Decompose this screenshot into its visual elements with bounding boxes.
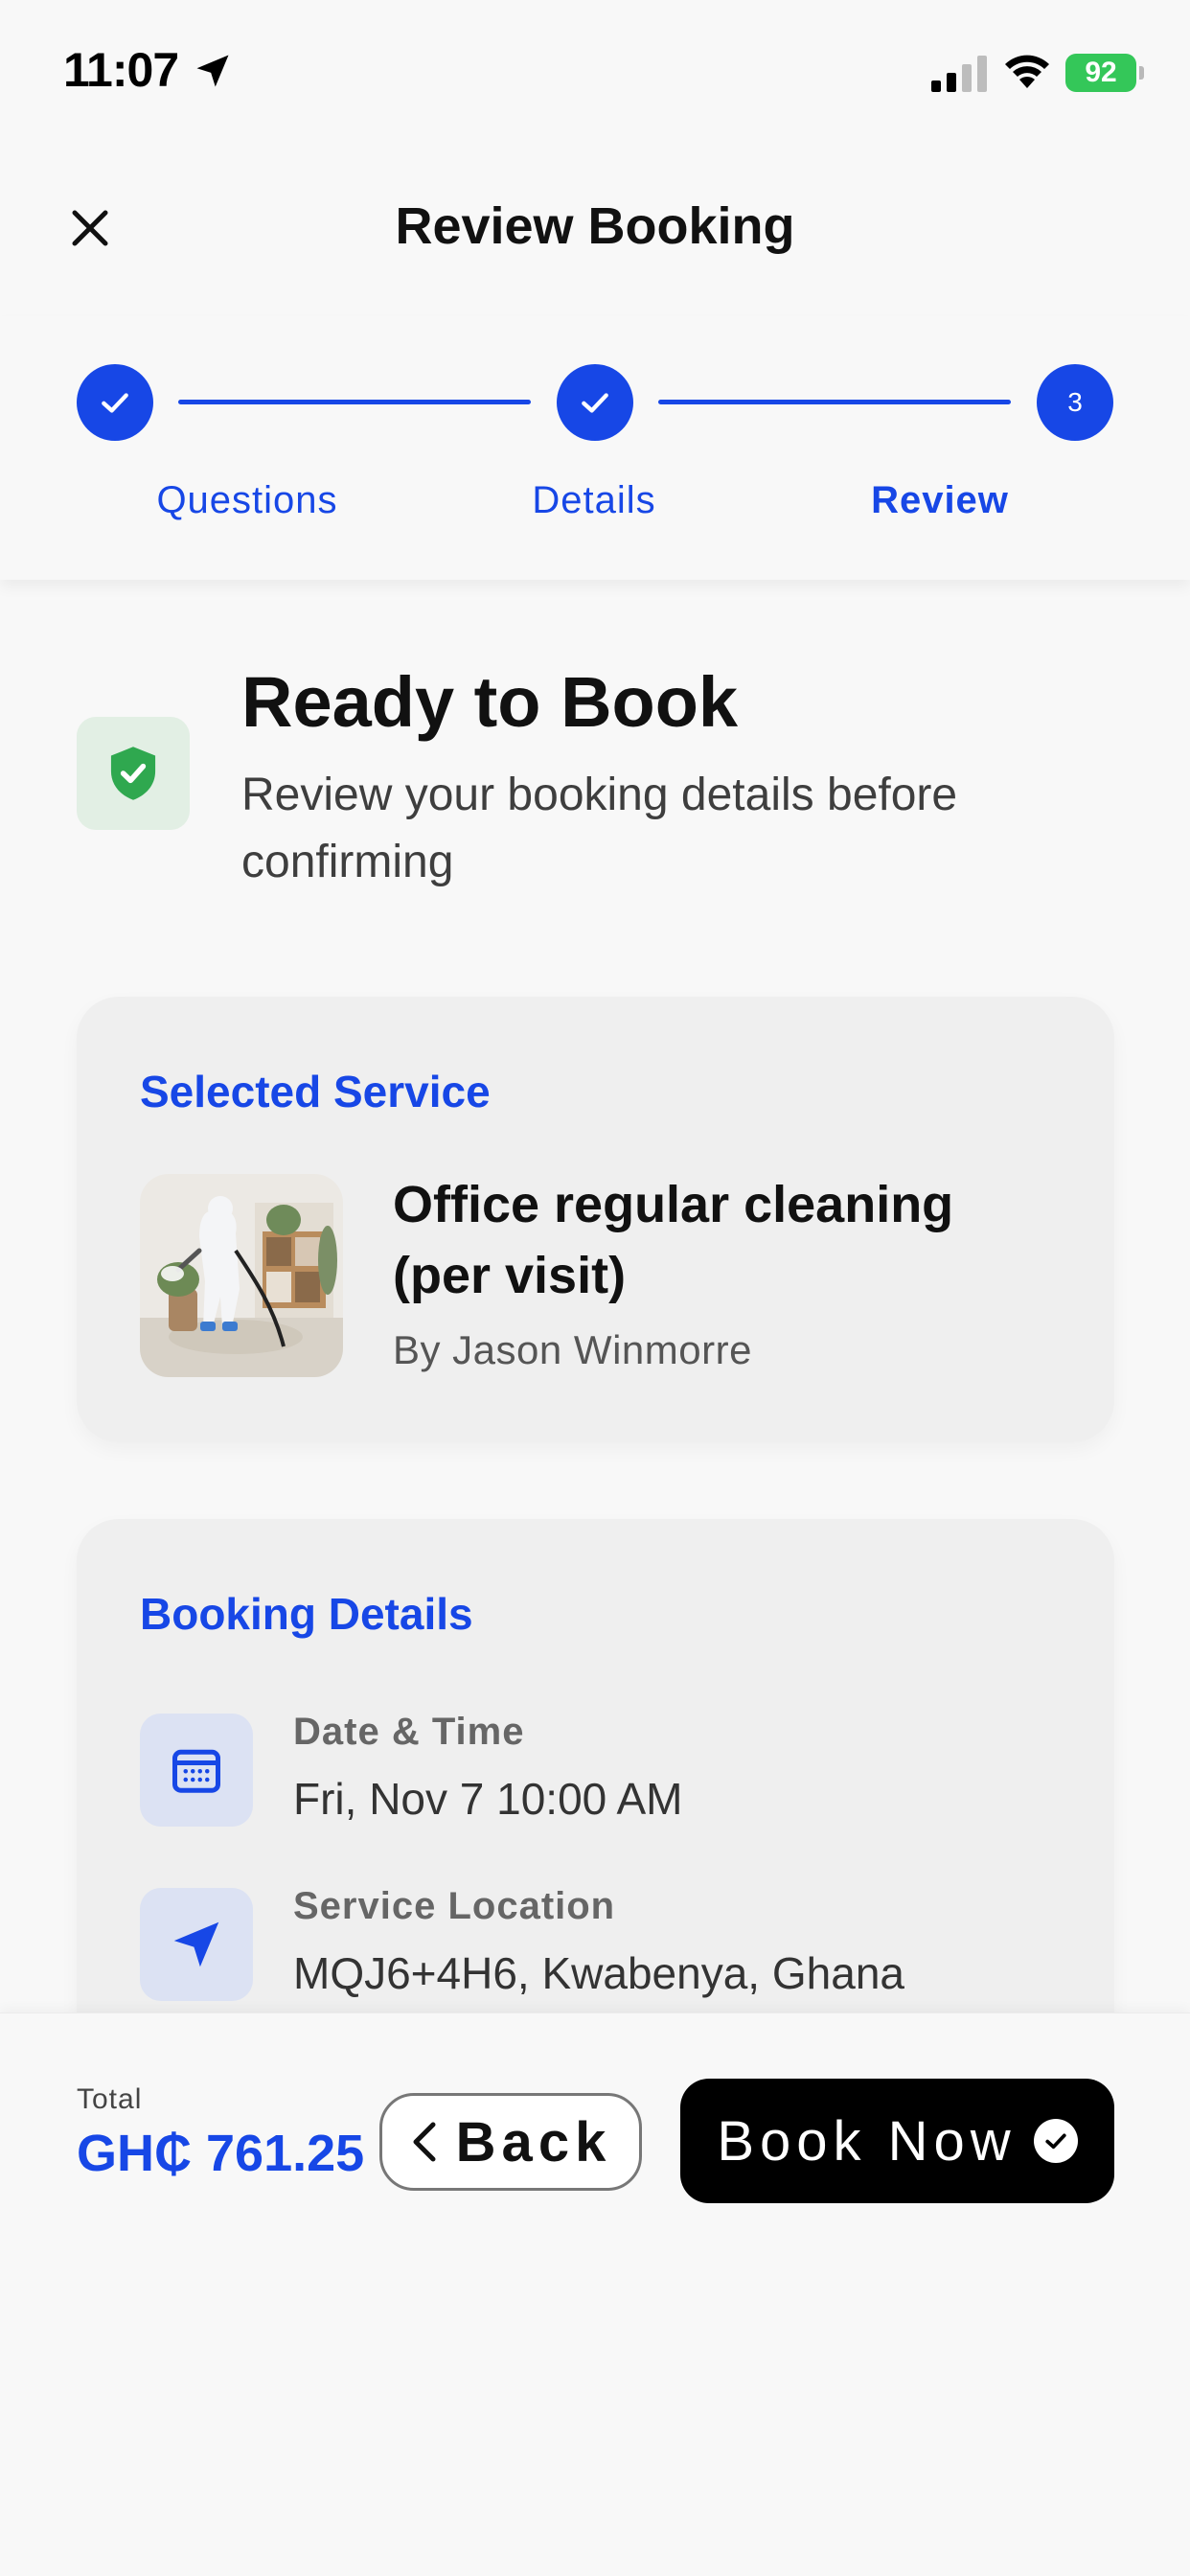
battery-nub — [1139, 66, 1144, 80]
status-time: 11:07 — [63, 43, 179, 97]
book-now-button[interactable]: Book Now — [680, 2079, 1114, 2203]
date-time-icon-box — [140, 1714, 253, 1827]
review-booking-screen: 11:07 92 Review Booking 3 Questions Deta… — [0, 0, 1190, 2576]
book-now-label: Book Now — [717, 2109, 1017, 2173]
shield-check-icon — [110, 747, 156, 800]
battery-icon: 92 — [1065, 54, 1144, 92]
service-location-label: Service Location — [293, 1885, 616, 1927]
back-button-label: Back — [455, 2110, 612, 2174]
back-button[interactable]: Back — [379, 2093, 642, 2191]
date-time-label: Date & Time — [293, 1711, 525, 1753]
step-label-questions[interactable]: Questions — [103, 479, 391, 522]
page-title: Review Booking — [395, 197, 795, 255]
check-circle-icon — [1033, 2119, 1078, 2163]
total-value: GH₵ 761.25 — [77, 2125, 365, 2182]
battery-percent: 92 — [1085, 57, 1117, 88]
shield-badge — [77, 717, 190, 830]
check-icon — [582, 393, 608, 413]
location-arrow-icon — [173, 1921, 219, 1967]
selected-service-card[interactable]: Selected Service Office regular cleaning… — [77, 997, 1114, 1442]
service-location-value: MQJ6+4H6, Kwabenya, Ghana — [293, 1948, 904, 1998]
checkout-bar: Total GH₵ 761.25 Back Book Now — [0, 2012, 1190, 2576]
status-bar: 11:07 92 — [0, 0, 1190, 144]
total-label: Total — [77, 2083, 143, 2115]
booking-details-heading: Booking Details — [140, 1589, 473, 1639]
selected-service-heading: Selected Service — [140, 1067, 491, 1116]
date-time-value: Fri, Nov 7 10:00 AM — [293, 1774, 683, 1824]
step-review-number[interactable]: 3 — [1037, 364, 1113, 441]
ready-title: Ready to Book — [241, 662, 739, 742]
cellular-signal-icon — [931, 56, 987, 92]
service-name: Office regular cleaning (per visit) — [393, 1176, 954, 1304]
step-label-review[interactable]: Review — [796, 479, 1084, 522]
calendar-icon — [172, 1749, 220, 1793]
service-thumbnail — [140, 1174, 343, 1377]
location-arrow-icon — [196, 55, 229, 87]
service-location-icon-box — [140, 1888, 253, 2001]
ready-subtitle: Review your booking details before confi… — [241, 770, 958, 887]
cleaning-photo — [140, 1174, 343, 1377]
check-icon — [102, 393, 128, 413]
step-connector-2 — [658, 400, 1011, 404]
wifi-icon — [1005, 55, 1049, 88]
step-details-check[interactable] — [557, 364, 633, 441]
step-label-details[interactable]: Details — [450, 479, 738, 522]
step-questions-check[interactable] — [77, 364, 153, 441]
service-provider: By Jason Winmorre — [393, 1327, 752, 1372]
step-connector-1 — [178, 400, 531, 404]
booking-details-card: Booking Details Date & Time Fri, Nov 7 1… — [77, 1519, 1114, 2056]
booking-stepper: 3 Questions Details Review — [0, 316, 1190, 580]
chevron-left-icon — [413, 2122, 436, 2162]
